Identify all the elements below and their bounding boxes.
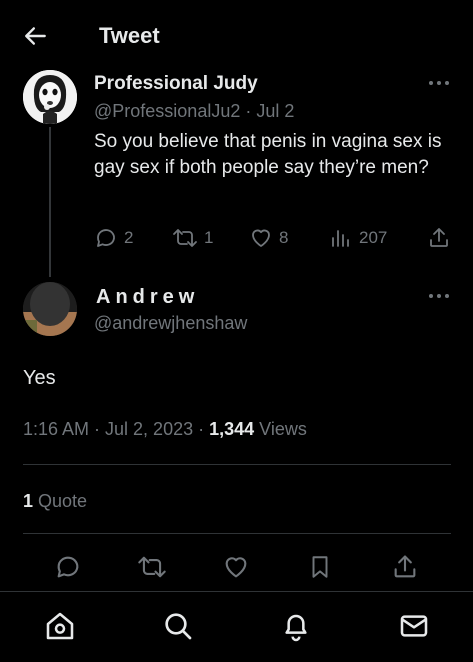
author-name[interactable]: Professional Judy <box>94 72 258 96</box>
share-icon <box>391 553 419 581</box>
tweet-text: So you believe that penis in vagina sex … <box>94 131 442 178</box>
more-horizontal-icon <box>428 80 450 86</box>
tweet-actions <box>0 552 473 582</box>
tweet-actions: 2 1 8 207 <box>94 226 454 250</box>
arrow-left-icon <box>23 23 49 49</box>
retweet-icon <box>137 553 167 581</box>
retweet-icon <box>172 226 198 250</box>
back-button[interactable] <box>22 22 50 50</box>
top-bar: Tweet <box>0 0 473 70</box>
divider <box>23 533 451 534</box>
reply-icon <box>54 553 82 581</box>
like-button[interactable]: 8 <box>249 226 288 250</box>
more-button[interactable] <box>425 285 453 307</box>
thread-line <box>49 127 51 277</box>
notifications-icon <box>280 610 312 642</box>
like-button[interactable] <box>220 552 252 582</box>
reply-button[interactable] <box>52 552 84 582</box>
timestamp[interactable]: 1:16 AM · Jul 2, 2023 · <box>23 419 209 439</box>
bottom-nav <box>0 592 473 662</box>
share-button[interactable] <box>389 552 421 582</box>
bookmark-button[interactable] <box>304 552 336 582</box>
quotes-link[interactable]: 1 Quote <box>23 490 87 512</box>
author-handle[interactable]: @andrewjhenshaw <box>94 312 247 334</box>
heart-icon <box>249 226 273 250</box>
heart-icon <box>222 553 250 581</box>
retweet-button[interactable] <box>136 552 168 582</box>
share-icon <box>427 226 451 250</box>
quote-count: 1 <box>23 491 34 511</box>
reply-count: 2 <box>124 228 134 247</box>
author-name[interactable]: Andrew <box>96 285 199 309</box>
avatar[interactable] <box>23 282 77 336</box>
author-handle[interactable]: @ProfessionalJu2 · Jul 2 <box>94 100 294 122</box>
like-count: 8 <box>279 228 289 247</box>
views-count: 1,344 <box>209 419 255 439</box>
views-count: 207 <box>359 228 388 247</box>
nav-messages[interactable] <box>396 608 432 644</box>
retweet-count: 1 <box>204 228 214 247</box>
retweet-button[interactable]: 1 <box>172 226 213 250</box>
reply-button[interactable]: 2 <box>94 226 133 250</box>
avatar[interactable] <box>23 70 77 124</box>
divider <box>23 464 451 465</box>
tweet-text: Yes <box>23 367 56 389</box>
reply-icon <box>94 226 118 250</box>
more-horizontal-icon <box>428 293 450 299</box>
home-icon <box>44 610 76 642</box>
quote-label: Quote <box>33 491 88 511</box>
tweet-metadata: 1:16 AM · Jul 2, 2023 · 1,344 Views <box>23 418 307 440</box>
views-button[interactable]: 207 <box>329 226 387 250</box>
more-button[interactable] <box>425 72 453 94</box>
nav-search[interactable] <box>160 608 196 644</box>
views-bar-icon <box>329 226 353 250</box>
nav-notifications[interactable] <box>278 608 314 644</box>
search-icon <box>162 610 194 642</box>
views-label: Views <box>254 419 307 439</box>
share-button[interactable] <box>427 226 451 250</box>
bookmark-icon <box>307 553 333 581</box>
page-title: Tweet <box>99 23 160 48</box>
messages-icon <box>398 610 430 642</box>
nav-home[interactable] <box>42 608 78 644</box>
